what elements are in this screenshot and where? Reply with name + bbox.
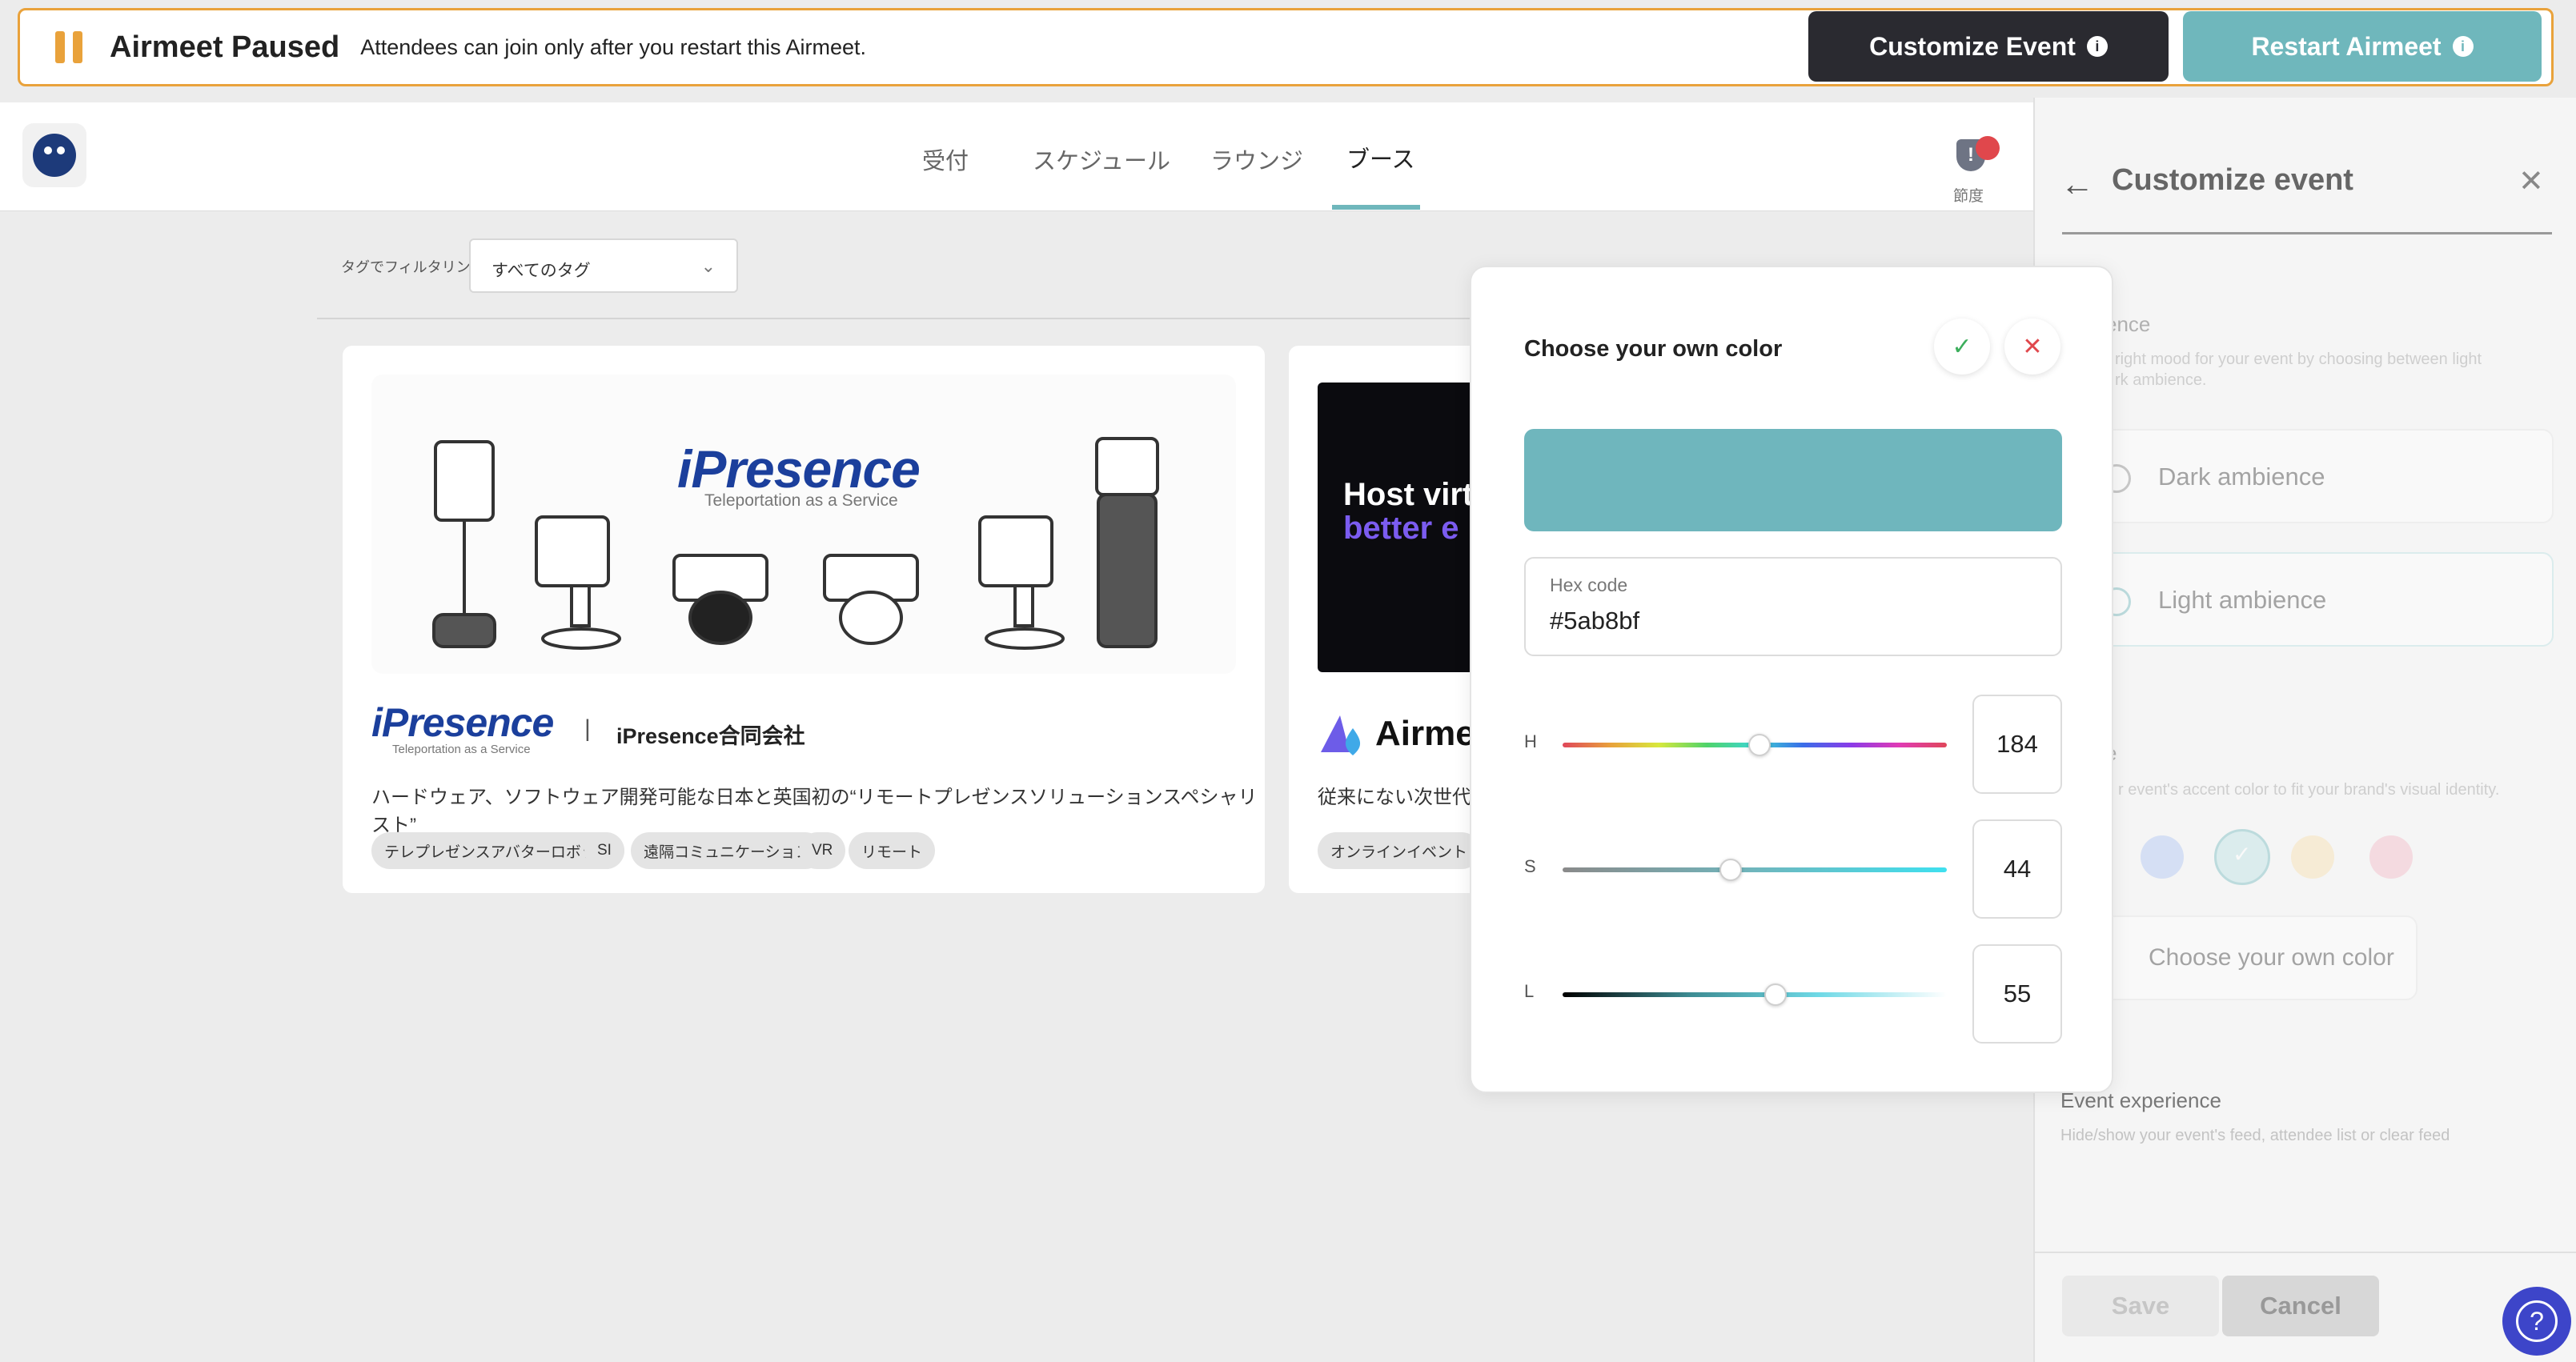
tag-filter-value: すべてのタグ	[492, 262, 591, 280]
banner-headline-accent: better e	[1343, 511, 1459, 546]
paused-banner: Airmeet Paused Attendees can join only a…	[18, 8, 2554, 86]
tab-lounge[interactable]: ラウンジ	[1210, 142, 1303, 176]
booth-card[interactable]: Host virt better e Airme 従来にない次世代 オンラインイ…	[1289, 346, 1481, 893]
booth-logo: iPresence	[371, 700, 554, 745]
tab-booths[interactable]: ブース	[1346, 141, 1415, 174]
notification-dot	[1976, 136, 2000, 160]
saturation-label: S	[1524, 856, 1536, 876]
tab-reception[interactable]: 受付	[922, 142, 969, 176]
hue-slider-handle[interactable]	[1748, 734, 1771, 756]
airmeet-drop-icon	[1318, 714, 1366, 759]
booth-description: 従来にない次世代	[1318, 787, 1471, 808]
iPresence-banner-logo: iPresence	[677, 439, 921, 499]
banner-title: Airmeet Paused	[110, 30, 340, 64]
swatch-teal-selected[interactable]: ✓	[2214, 829, 2270, 885]
question-icon: ?	[2516, 1300, 2558, 1342]
swatch-yellow[interactable]	[2291, 835, 2334, 879]
booth-tag[interactable]: VR	[799, 832, 846, 869]
color-picker-title: Choose your own color	[1524, 336, 1783, 362]
logo-separator: |	[584, 715, 591, 742]
choose-own-color-label: Choose your own color	[2149, 944, 2394, 971]
booth-tag[interactable]: 遠隔コミュニケーション	[631, 832, 824, 869]
customize-event-label: Customize Event	[1869, 31, 2076, 61]
accent-color-description: r event's accent color to fit your brand…	[2118, 781, 2500, 799]
top-nav: 受付 スケジュール ラウンジ ブース ! 節度	[0, 102, 2033, 211]
chevron-down-icon: ⌄	[700, 256, 716, 276]
airmeet-logo[interactable]	[22, 123, 86, 187]
booth-tag[interactable]: オンラインイベント	[1318, 832, 1481, 869]
hex-code-field[interactable]: Hex code #5ab8bf	[1524, 557, 2062, 656]
ambience-description-2: rk ambience.	[2115, 371, 2207, 389]
restart-airmeet-button[interactable]: Restart Airmeet i	[2183, 11, 2542, 82]
active-tab-indicator	[1332, 205, 1420, 210]
booth-company-name: iPresence合同会社	[616, 724, 805, 748]
hue-label: H	[1524, 731, 1537, 751]
saturation-slider[interactable]	[1563, 867, 1947, 872]
event-experience-description: Hide/show your event's feed, attendee li…	[2060, 1127, 2450, 1144]
hex-code-value: #5ab8bf	[1550, 607, 1640, 635]
customize-event-button[interactable]: Customize Event i	[1808, 11, 2169, 82]
info-icon: i	[2086, 36, 2108, 57]
robots-illustration	[432, 437, 1159, 650]
save-button[interactable]: Save	[2062, 1276, 2219, 1336]
booth-banner-image: Host virt better e	[1318, 383, 1481, 672]
booth-banner-image: iPresence Teleportation as a Service	[371, 375, 1236, 674]
color-picker-popup: Choose your own color ✓ ✕ Hex code #5ab8…	[1470, 266, 2113, 1093]
back-arrow-icon[interactable]: ←	[2060, 165, 2094, 203]
banner-description: Attendees can join only after you restar…	[360, 34, 867, 59]
restart-airmeet-label: Restart Airmeet	[2251, 31, 2442, 61]
booth-description: ハードウェア、ソフトウェア開発可能な日本と英国初の“リモートプレゼンスソリューシ…	[371, 787, 1258, 836]
light-ambience-label: Light ambience	[2158, 586, 2327, 614]
booth-tag[interactable]: SI	[584, 832, 624, 869]
swatch-blue[interactable]	[2141, 835, 2184, 879]
tag-filter-select[interactable]: すべてのタグ ⌄	[469, 238, 738, 293]
help-button[interactable]: ?	[2502, 1287, 2571, 1356]
color-preview	[1524, 429, 2062, 531]
saturation-slider-handle[interactable]	[1719, 859, 1742, 881]
lightness-slider[interactable]	[1563, 992, 1947, 997]
iPresence-banner-tagline: Teleportation as a Service	[704, 491, 898, 510]
booth-card[interactable]: iPresence Teleportation as a Service iPr…	[343, 346, 1265, 893]
moderation-button[interactable]: ! 節度	[1953, 118, 2009, 205]
lightness-value-input[interactable]: 55	[1972, 944, 2062, 1044]
booth-logo: Airme	[1375, 714, 1475, 753]
booth-tag[interactable]: リモート	[849, 832, 936, 869]
moderation-label: 節度	[1953, 188, 1984, 205]
filter-label: タグでフィルタリング	[341, 259, 485, 275]
lightness-slider-handle[interactable]	[1764, 983, 1787, 1006]
banner-headline: Host virt	[1343, 477, 1474, 512]
check-icon: ✓	[2233, 842, 2252, 867]
booth-logo-tagline: Teleportation as a Service	[392, 743, 531, 756]
hex-code-label: Hex code	[1550, 575, 1628, 595]
panel-title: Customize event	[2112, 163, 2353, 197]
info-icon: i	[2452, 36, 2474, 57]
dark-ambience-label: Dark ambience	[2158, 463, 2325, 491]
pause-icon	[55, 31, 82, 63]
logo-face-icon	[33, 134, 76, 177]
swatch-pink[interactable]	[2369, 835, 2413, 879]
ambience-description: right mood for your event by choosing be…	[2115, 351, 2482, 368]
divider	[2035, 1252, 2576, 1253]
hue-value-input[interactable]: 184	[1972, 695, 2062, 794]
tab-schedule[interactable]: スケジュール	[1033, 142, 1170, 176]
cancel-button[interactable]: Cancel	[2222, 1276, 2379, 1336]
customize-event-panel: ← Customize event ✕ ence right mood for …	[2033, 98, 2576, 1362]
divider	[2062, 232, 2552, 234]
lightness-label: L	[1524, 981, 1535, 1001]
check-icon[interactable]: ✓	[1934, 318, 1990, 375]
close-icon[interactable]: ✕	[2004, 318, 2060, 375]
saturation-value-input[interactable]: 44	[1972, 819, 2062, 919]
close-icon[interactable]: ✕	[2518, 163, 2544, 199]
